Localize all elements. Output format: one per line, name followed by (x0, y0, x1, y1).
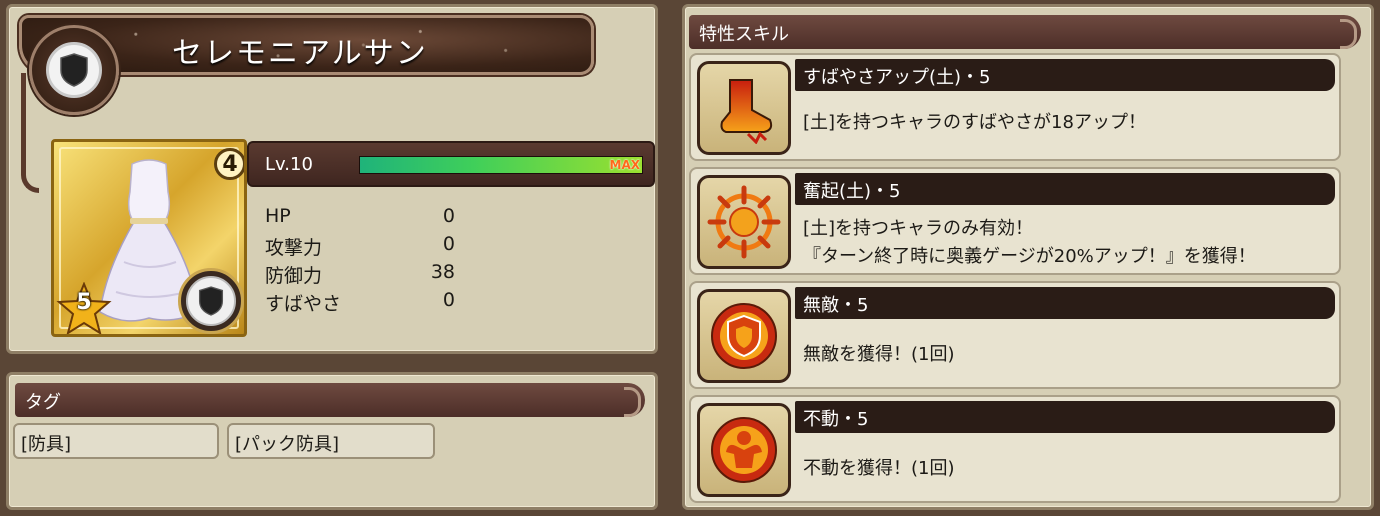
skill-description: [土]を持つキャラのすばやさが18アップ！ (803, 109, 1146, 137)
skill-icon-frame (697, 61, 791, 155)
skill-name: 無敵・5 (795, 287, 1335, 319)
skill-panel: 特性スキル すばやさアップ(土)・5 [土]を持つキャラのすばやさが18アップ！ (682, 4, 1374, 510)
stat-label: 攻撃力 (265, 237, 323, 259)
stats-list: HP 0 攻撃力 0 防御力 38 すばやさ 0 (265, 205, 455, 317)
stat-label: すばやさ (265, 293, 342, 315)
stat-value: 0 (442, 205, 455, 227)
xp-max-label: MAX (609, 158, 640, 172)
skill-desc-line: [土]を持つキャラのみ有効！ (803, 218, 1034, 239)
skill-description: [土]を持つキャラのみ有効！ 『ターン終了時に奥義ゲージが20%アップ！』を獲得… (803, 215, 1256, 271)
star-rank-value: 5 (76, 290, 92, 315)
skill-row-invincible[interactable]: 無敵・5 無敵を獲得！(1回) (689, 281, 1341, 389)
immovable-icon (711, 417, 777, 483)
level-bar: Lv.10 MAX (247, 141, 655, 187)
burst-icon (707, 185, 781, 259)
shield-icon (60, 53, 88, 87)
skill-name: 奮起(土)・5 (795, 173, 1335, 205)
card-type-badge (178, 268, 244, 334)
skill-row-speed-up[interactable]: すばやさアップ(土)・5 [土]を持つキャラのすばやさが18アップ！ (689, 53, 1341, 161)
character-panel: セレモニアルサン 4 5 Lv.10 MAX HP 0 攻撃力 0 防御力 38… (6, 4, 658, 354)
stat-row-speed: すばやさ 0 (265, 289, 455, 317)
skill-name: 不動・5 (795, 401, 1335, 433)
stat-row-hp: HP 0 (265, 205, 455, 233)
skill-description: 無敵を獲得！(1回) (803, 341, 955, 369)
tag-section-header: タグ (15, 383, 645, 417)
character-card[interactable]: 4 5 (51, 139, 247, 337)
star-rank-badge: 5 (56, 282, 112, 334)
skill-icon-frame (697, 289, 791, 383)
skill-section-header: 特性スキル (689, 15, 1361, 49)
stat-value: 0 (442, 289, 455, 311)
skill-icon-frame (697, 403, 791, 497)
boot-icon (720, 79, 773, 144)
stat-value: 38 (430, 261, 455, 283)
skill-desc-line: 不動を獲得！(1回) (803, 458, 955, 479)
level-text: Lv.10 (265, 154, 313, 175)
stat-row-defense: 防御力 38 (265, 261, 455, 289)
stat-label: 防御力 (265, 265, 323, 287)
stat-value: 0 (442, 233, 455, 255)
skill-row-immovable[interactable]: 不動・5 不動を獲得！(1回) (689, 395, 1341, 503)
tag-chip-armor[interactable]: [防具] (13, 423, 219, 459)
rarity-badge: 4 (214, 148, 244, 180)
stat-row-attack: 攻撃力 0 (265, 233, 455, 261)
skill-desc-line: 『ターン終了時に奥義ゲージが20%アップ！』を獲得！ (803, 246, 1256, 267)
tag-chip-pack-armor[interactable]: [パック防具] (227, 423, 435, 459)
skill-desc-line: 無敵を獲得！(1回) (803, 344, 955, 365)
skill-description: 不動を獲得！(1回) (803, 455, 955, 483)
skill-name: すばやさアップ(土)・5 (795, 59, 1335, 91)
skill-desc-line: [土]を持つキャラのすばやさが18アップ！ (803, 112, 1146, 133)
xp-fill (360, 157, 642, 173)
character-name: セレモニアルサン (172, 36, 428, 71)
xp-track: MAX (359, 156, 643, 174)
type-badge (29, 25, 119, 115)
invincible-icon (711, 303, 777, 369)
shield-icon (198, 286, 224, 316)
stat-label: HP (265, 205, 291, 227)
skill-row-rouse[interactable]: 奮起(土)・5 [土]を持つキャラのみ有効！ 『ターン終了時に奥義ゲージが20%… (689, 167, 1341, 275)
skill-icon-frame (697, 175, 791, 269)
tag-panel: タグ [防具] [パック防具] (6, 372, 658, 510)
